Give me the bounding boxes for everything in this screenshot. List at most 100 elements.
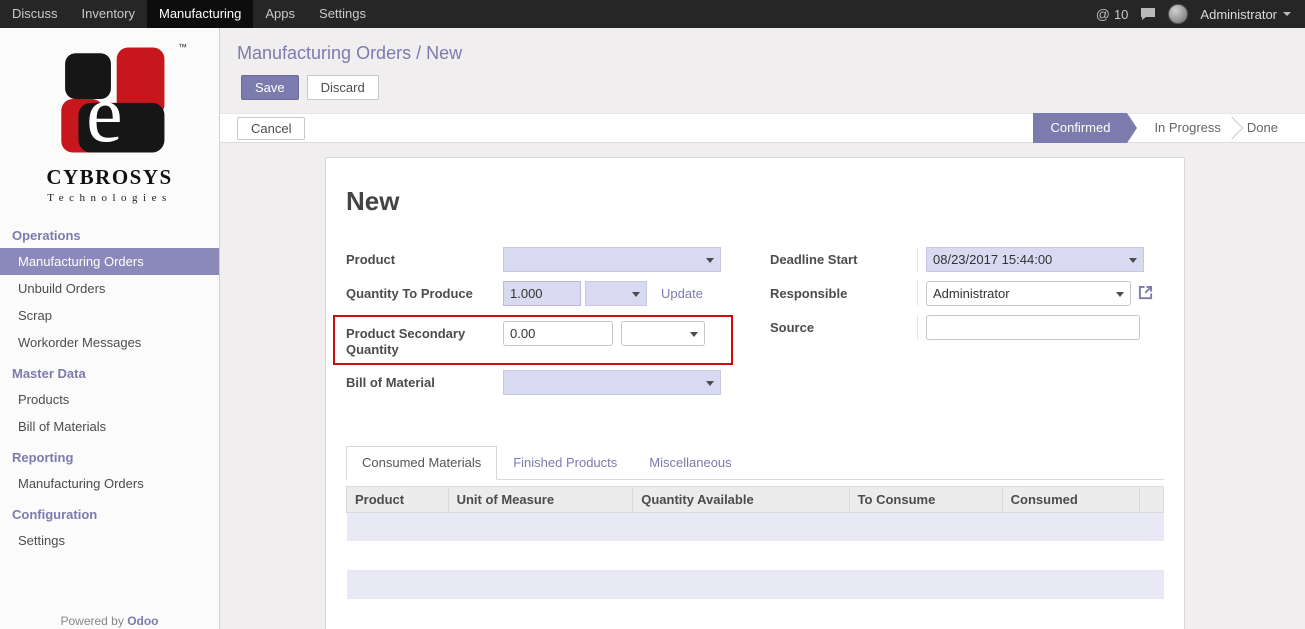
section-reporting: Reporting xyxy=(0,440,219,470)
breadcrumb: Manufacturing Orders / New xyxy=(237,43,1305,64)
product-label: Product xyxy=(346,247,503,268)
sidebar-item-manufacturing-orders[interactable]: Manufacturing Orders xyxy=(0,248,219,275)
section-configuration: Configuration xyxy=(0,497,219,527)
nav-item-settings[interactable]: Settings xyxy=(307,0,378,28)
user-menu[interactable]: Administrator xyxy=(1200,7,1291,22)
product-secondary-quantity-label: Product Secondary Quantity xyxy=(346,321,503,359)
control-panel: Manufacturing Orders / New Save Discard xyxy=(220,28,1305,113)
external-link-icon[interactable] xyxy=(1138,285,1153,305)
field-row-deadline: Deadline Start 08/23/2017 15:44:00 xyxy=(770,247,1164,272)
control-panel-buttons: Save Discard xyxy=(241,75,1305,100)
field-row-responsible: Responsible Administrator xyxy=(770,281,1164,306)
bill-of-material-select[interactable] xyxy=(503,370,721,395)
sidebar-item-products[interactable]: Products xyxy=(0,386,219,413)
sidebar-item-settings[interactable]: Settings xyxy=(0,527,219,554)
save-button[interactable]: Save xyxy=(241,75,299,100)
nav-item-discuss[interactable]: Discuss xyxy=(0,0,70,28)
source-label: Source xyxy=(770,315,917,336)
col-unit-of-measure[interactable]: Unit of Measure xyxy=(448,486,633,512)
secondary-quantity-input[interactable] xyxy=(503,321,613,346)
field-row-secondary-quantity: Product Secondary Quantity xyxy=(346,321,729,359)
table-row[interactable] xyxy=(347,512,1164,541)
form-view: New Product Quantity To Produce xyxy=(220,143,1305,629)
sidebar-menu: Operations Manufacturing Orders Unbuild … xyxy=(0,218,219,554)
breadcrumb-current: New xyxy=(426,43,462,63)
breadcrumb-parent[interactable]: Manufacturing Orders xyxy=(237,43,411,63)
sidebar-item-scrap[interactable]: Scrap xyxy=(0,302,219,329)
col-to-consume[interactable]: To Consume xyxy=(849,486,1002,512)
secondary-uom-select[interactable] xyxy=(621,321,705,346)
brand-subtitle: Technologies xyxy=(0,192,219,204)
tab-miscellaneous[interactable]: Miscellaneous xyxy=(633,446,747,479)
field-row-source: Source xyxy=(770,315,1164,340)
messages-icon[interactable] xyxy=(1140,7,1156,21)
quantity-uom-select[interactable] xyxy=(585,281,647,306)
status-arrow-icon xyxy=(1127,113,1137,143)
nav-item-apps[interactable]: Apps xyxy=(253,0,307,28)
field-row-quantity: Quantity To Produce Update xyxy=(346,281,746,306)
field-row-product: Product xyxy=(346,247,746,272)
user-name: Administrator xyxy=(1200,7,1277,22)
sidebar: e ™ CYBROSYS Technologies Operations Man… xyxy=(0,28,220,629)
product-select[interactable] xyxy=(503,247,721,272)
status-confirmed[interactable]: Confirmed xyxy=(1033,113,1127,143)
app-menu: Discuss Inventory Manufacturing Apps Set… xyxy=(0,0,378,28)
nav-item-inventory[interactable]: Inventory xyxy=(70,0,147,28)
odoo-link[interactable]: Odoo xyxy=(127,614,158,628)
table-row[interactable] xyxy=(347,570,1164,599)
company-logo: e ™ CYBROSYS Technologies xyxy=(0,28,219,204)
sidebar-item-reporting-manufacturing-orders[interactable]: Manufacturing Orders xyxy=(0,470,219,497)
main-area: Manufacturing Orders / New Save Discard … xyxy=(220,28,1305,629)
tab-finished-products[interactable]: Finished Products xyxy=(497,446,633,479)
trademark-symbol: ™ xyxy=(178,42,187,52)
nav-item-manufacturing[interactable]: Manufacturing xyxy=(147,0,253,28)
avatar xyxy=(1168,4,1188,24)
powered-by-text: Powered by xyxy=(60,614,123,628)
breadcrumb-separator: / xyxy=(416,43,421,63)
source-input[interactable] xyxy=(926,315,1140,340)
annotation-highlight-box: Product Secondary Quantity xyxy=(333,315,733,365)
top-navbar: Discuss Inventory Manufacturing Apps Set… xyxy=(0,0,1305,28)
svg-text:e: e xyxy=(86,68,122,156)
form-fields: Product Quantity To Produce Update xyxy=(346,247,1164,404)
section-operations: Operations xyxy=(0,218,219,248)
quantity-to-produce-label: Quantity To Produce xyxy=(346,281,503,302)
discard-button[interactable]: Discard xyxy=(307,75,379,100)
at-icon: @ xyxy=(1096,6,1110,22)
deadline-start-label: Deadline Start xyxy=(770,247,917,268)
quantity-to-produce-input[interactable] xyxy=(503,281,581,306)
col-extra xyxy=(1140,486,1164,512)
deadline-start-select[interactable]: 08/23/2017 15:44:00 xyxy=(926,247,1144,272)
field-row-bom: Bill of Material xyxy=(346,370,746,395)
col-product[interactable]: Product xyxy=(347,486,449,512)
bill-of-material-label: Bill of Material xyxy=(346,370,503,391)
company-logo-mark: e xyxy=(46,44,174,156)
table-row[interactable] xyxy=(347,599,1164,628)
responsible-label: Responsible xyxy=(770,281,917,302)
statusbar: Confirmed In Progress Done xyxy=(1033,113,1305,143)
cancel-button[interactable]: Cancel xyxy=(237,117,305,140)
chevron-down-icon xyxy=(1283,12,1291,16)
sidebar-item-workorder-messages[interactable]: Workorder Messages xyxy=(0,329,219,356)
sidebar-item-unbuild-orders[interactable]: Unbuild Orders xyxy=(0,275,219,302)
navbar-systray: @ 10 Administrator xyxy=(1096,0,1305,28)
form-header: Cancel Confirmed In Progress Done xyxy=(220,113,1305,143)
update-link[interactable]: Update xyxy=(661,281,703,306)
form-right-column: Deadline Start 08/23/2017 15:44:00 Respo… xyxy=(770,247,1164,404)
table-row[interactable] xyxy=(347,541,1164,570)
form-left-column: Product Quantity To Produce Update xyxy=(346,247,746,404)
table-header-row: Product Unit of Measure Quantity Availab… xyxy=(347,486,1164,512)
activities-indicator[interactable]: @ 10 xyxy=(1096,6,1129,22)
brand-name: CYBROSYS xyxy=(0,165,219,190)
col-consumed[interactable]: Consumed xyxy=(1002,486,1139,512)
tab-consumed-materials[interactable]: Consumed Materials xyxy=(346,446,497,480)
responsible-select[interactable]: Administrator xyxy=(926,281,1131,306)
form-sheet: New Product Quantity To Produce xyxy=(325,157,1185,629)
activity-count: 10 xyxy=(1114,7,1128,22)
col-quantity-available[interactable]: Quantity Available xyxy=(633,486,849,512)
form-title: New xyxy=(346,186,1164,217)
section-master-data: Master Data xyxy=(0,356,219,386)
sidebar-item-bill-of-materials[interactable]: Bill of Materials xyxy=(0,413,219,440)
powered-by: Powered by Odoo xyxy=(0,614,219,629)
notebook-tabs: Consumed Materials Finished Products Mis… xyxy=(346,446,1164,480)
